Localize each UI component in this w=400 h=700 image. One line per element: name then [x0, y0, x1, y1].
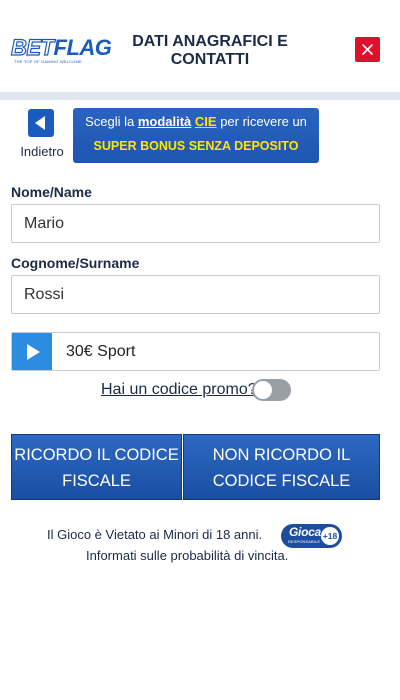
promo-text-before: Scegli la — [85, 114, 138, 129]
betflag-logo[interactable]: BETFLAG THE TOP OF GAMING WELCOME — [10, 35, 111, 64]
promo-highlight-cie: CIE — [194, 114, 217, 129]
logo-tagline: THE TOP OF GAMING WELCOME — [14, 59, 82, 64]
badge-responsabile: RESPONSABILE — [288, 539, 321, 544]
header-divider — [0, 92, 400, 100]
surname-label: Cognome/Surname — [11, 255, 140, 271]
gioca-responsabile-badge[interactable]: Gioca RESPONSABILE +18 — [281, 524, 342, 548]
back-button[interactable]: Indietro — [18, 108, 66, 160]
toggle-knob — [254, 381, 272, 399]
page-title: DATI ANAGRAFICI E CONTATTI — [132, 33, 288, 68]
promo-headline: SUPER BONUS SENZA DEPOSITO — [93, 139, 299, 153]
logo-wordmark: BETFLAG — [10, 35, 112, 60]
back-arrow-icon[interactable] — [28, 109, 54, 137]
bonus-value: 30€ Sport — [66, 343, 136, 360]
surname-input[interactable] — [11, 275, 380, 314]
close-icon — [362, 44, 373, 55]
promo-code-link[interactable]: Hai un codice promo? — [101, 381, 257, 399]
bonus-selector[interactable]: 30€ Sport — [11, 332, 380, 371]
age-warning-text: Il Gioco è Vietato ai Minori di 18 anni. — [47, 527, 263, 542]
promo-code-toggle[interactable] — [252, 379, 291, 401]
promo-text-after: per ricevere un — [220, 114, 307, 129]
play-icon[interactable] — [12, 333, 52, 370]
remember-fiscal-code-button[interactable]: RICORDO IL CODICE FISCALE — [11, 434, 182, 500]
back-label: Indietro — [20, 144, 64, 159]
not-remember-fiscal-code-button[interactable]: NON RICORDO IL CODICE FISCALE — [183, 434, 380, 500]
odds-info-text[interactable]: Informati sulle probabilità di vincita. — [86, 548, 288, 563]
name-label: Nome/Name — [11, 184, 92, 200]
header: BETFLAG THE TOP OF GAMING WELCOME DATI A… — [0, 0, 400, 92]
promo-link-modalita[interactable]: modalità — [138, 114, 191, 129]
logo-flag: FLAG — [53, 35, 112, 60]
close-button[interactable] — [355, 37, 380, 62]
cie-promo-banner[interactable]: Scegli la modalità CIE per ricevere un S… — [73, 108, 319, 163]
logo-bet: BET — [10, 35, 54, 60]
badge-gioca: Gioca — [289, 525, 321, 539]
promo-banner-text: Scegli la modalità CIE per ricevere un — [73, 114, 319, 129]
name-input[interactable] — [11, 204, 380, 243]
badge-age: +18 — [321, 527, 339, 545]
